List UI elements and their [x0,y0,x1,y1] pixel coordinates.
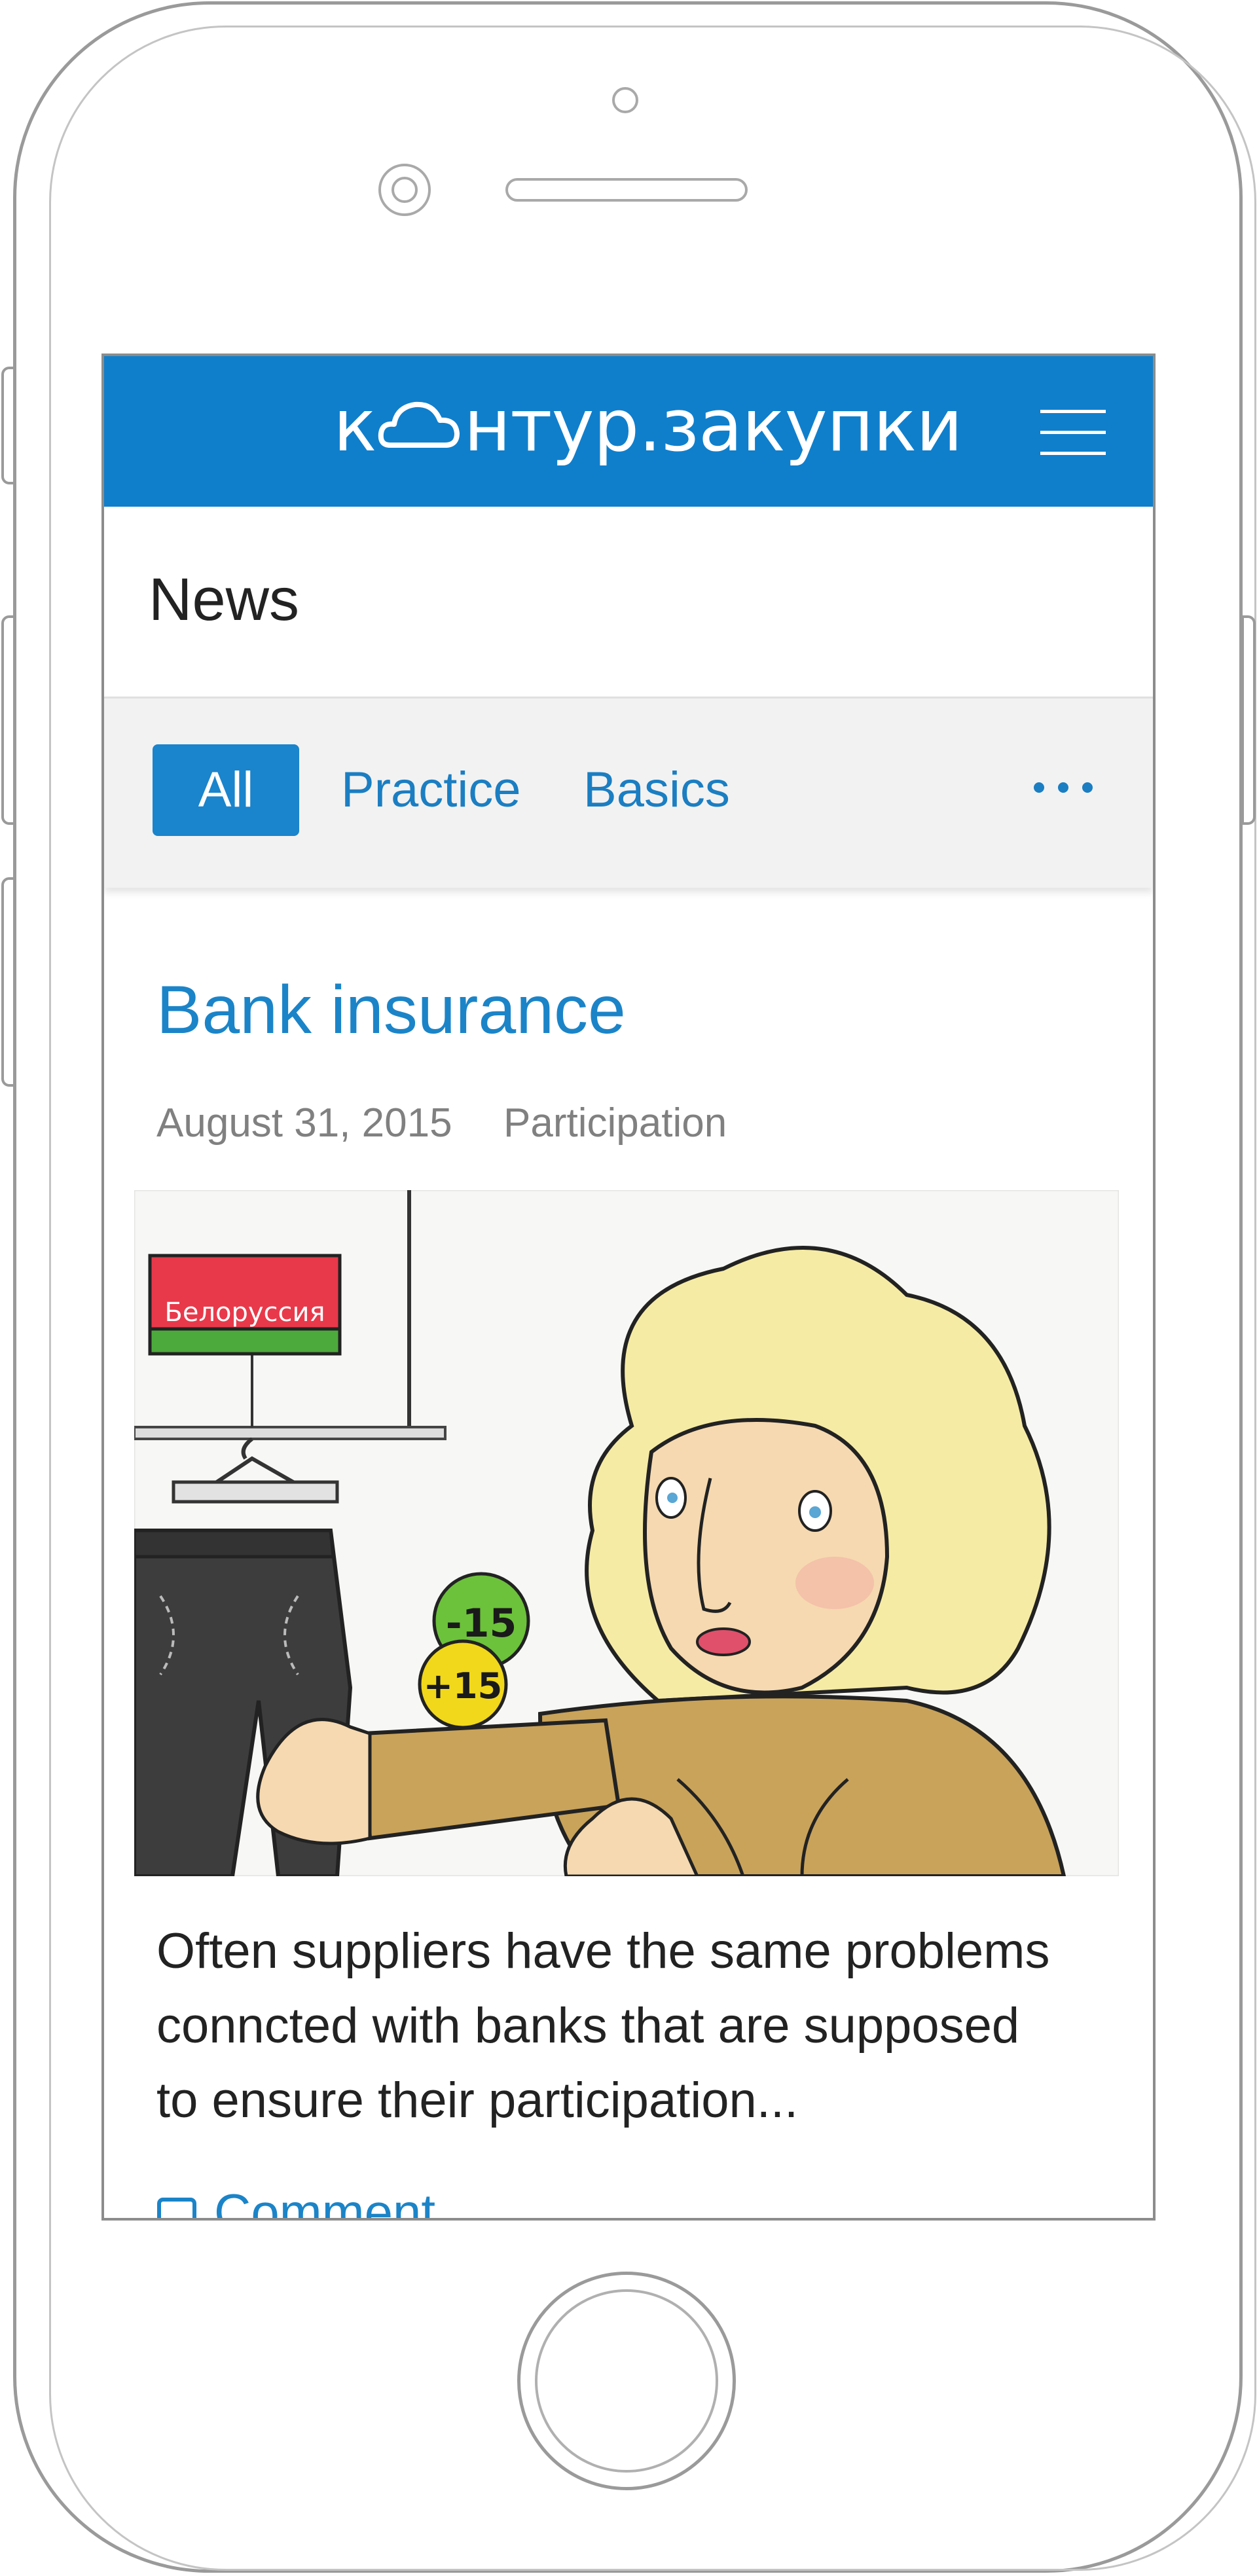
article-title[interactable]: Bank insurance [156,971,626,1049]
app-header: к нтур.закупки [104,356,1153,507]
more-dots-icon[interactable] [1034,777,1093,797]
hamburger-menu-icon[interactable] [1040,410,1106,456]
logo-text-rest: нтур.закупки [464,384,962,467]
excerpt-line: conncted with banks that are supposed [156,1998,1020,2054]
comment-link[interactable]: Comment [156,2183,436,2221]
page-title: News [149,566,300,633]
proximity-sensor [612,87,638,113]
svg-text:-15: -15 [446,1601,517,1646]
sign-text: Белоруссия [164,1297,325,1328]
excerpt-line: Often suppliers have the same problems [156,1923,1050,1979]
home-button[interactable] [517,2272,736,2490]
article-illustration: Белоруссия -15 +15 [134,1190,1119,1876]
article-category[interactable]: Participation [503,1100,727,1146]
tab-basics[interactable]: Basics [583,744,730,836]
article-date: August 31, 2015 [156,1100,452,1146]
phone-power-button [1241,615,1256,825]
price-tag-yellow: +15 [418,1639,508,1730]
logo-text-prefix: к [333,384,376,467]
kontur-logo[interactable]: к нтур.закупки [333,384,963,467]
article-excerpt: Often suppliers have the same problems c… [156,1914,1106,2138]
app-screen: к нтур.закупки News All Practice Basics … [101,354,1156,2221]
excerpt-line: to ensure their participation... [156,2073,799,2128]
comment-label: Comment [214,2183,436,2221]
phone-volume-up [1,615,16,825]
tab-all[interactable]: All [153,744,299,836]
phone-silent-switch [1,367,16,484]
earpiece-speaker [505,178,748,202]
price-sign: Белоруссия [148,1254,342,1356]
svg-text:+15: +15 [424,1665,502,1707]
phone-volume-down [1,877,16,1087]
category-tabs: All Practice Basics [104,697,1153,888]
comment-icon [157,2198,196,2218]
tab-practice[interactable]: Practice [341,744,521,836]
front-camera [378,164,431,216]
cloud-logo-icon [378,401,460,448]
